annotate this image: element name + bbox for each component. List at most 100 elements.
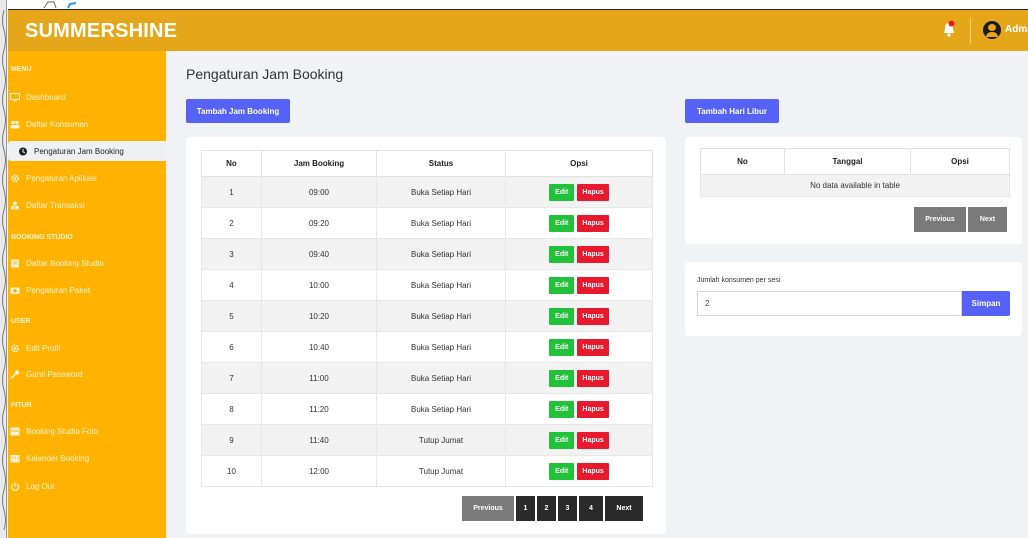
sidebar-item-dashboard[interactable]: Dashboard <box>10 89 65 105</box>
edit-button[interactable]: Edit <box>549 307 575 325</box>
column-header-tanggal[interactable]: Tanggal <box>784 148 911 175</box>
user-name[interactable]: Admin <box>1005 24 1028 35</box>
user-avatar-icon[interactable] <box>983 21 1001 39</box>
cell-no: 9 <box>201 424 262 456</box>
notification-bell-icon[interactable] <box>942 20 956 38</box>
session-settings-card: Jumlah konsumen per sesi 2 Simpan <box>685 262 1022 336</box>
cell-no: 5 <box>201 300 262 332</box>
cell-opsi: Edit Hapus <box>505 238 653 270</box>
sidebar-item-label: Pengaturan Aplikasi <box>26 173 97 183</box>
add-booking-hour-button[interactable]: Tambah Jam Booking <box>186 99 290 123</box>
column-header-no[interactable]: No <box>700 148 785 175</box>
cell-status: Buka Setiap Hari <box>376 300 506 332</box>
column-header-no[interactable]: No <box>201 150 262 177</box>
top-header: SUMMERSHINE Admin <box>8 9 1028 51</box>
header-divider <box>970 18 971 44</box>
delete-button[interactable]: Hapus <box>577 338 609 356</box>
sidebar-item-pengaturan-aplikasi[interactable]: Pengaturan Aplikasi <box>10 170 97 186</box>
session-capacity-label: Jumlah konsumen per sesi <box>697 277 781 284</box>
cell-status: Buka Setiap Hari <box>376 269 506 301</box>
edit-button[interactable]: Edit <box>549 245 575 263</box>
delete-button[interactable]: Hapus <box>577 245 609 263</box>
pagination-next-button[interactable]: Next <box>605 496 643 521</box>
sidebar-item-edit-profil[interactable]: Edit Profil <box>10 340 60 356</box>
delete-button[interactable]: Hapus <box>577 400 609 418</box>
pagination-page-2[interactable]: 2 <box>537 496 556 521</box>
sidebar-item-daftar-transaksi[interactable]: Daftar Transaksi <box>10 197 84 213</box>
table-row: 3 09:40 Buka Setiap Hari Edit Hapus <box>201 238 653 270</box>
cell-status: Buka Setiap Hari <box>376 393 506 425</box>
table-header-row: No Tanggal Opsi <box>700 148 1010 175</box>
cell-jam-booking: 11:40 <box>261 424 377 456</box>
holiday-table: No Tanggal Opsi No data available in tab… <box>700 148 1010 197</box>
sidebar-item-daftar-konsumen[interactable]: Daftar Konsumen <box>10 116 88 132</box>
pagination-previous-button[interactable]: Previous <box>462 496 514 521</box>
gear-icon <box>11 174 19 182</box>
sidebar-item-label: Dashboard <box>26 92 66 102</box>
edit-button[interactable]: Edit <box>549 183 575 201</box>
session-capacity-input[interactable]: 2 <box>697 291 962 316</box>
sidebar-item-label: Daftar Konsumen <box>26 119 89 129</box>
brand-logo[interactable]: SUMMERSHINE <box>25 20 177 43</box>
column-header-status[interactable]: Status <box>376 150 506 177</box>
edit-button[interactable]: Edit <box>549 369 575 387</box>
sidebar-item-pengaturan-paket[interactable]: Pengaturan Paket <box>10 282 90 298</box>
cell-no: 4 <box>201 269 262 301</box>
edit-button[interactable]: Edit <box>549 214 575 232</box>
pagination-next-button[interactable]: Next <box>968 207 1007 232</box>
sidebar-section-user: USER <box>11 318 31 325</box>
delete-button[interactable]: Hapus <box>577 214 609 232</box>
column-header-opsi[interactable]: Opsi <box>910 148 1010 175</box>
cell-opsi: Edit Hapus <box>505 269 653 301</box>
delete-button[interactable]: Hapus <box>577 276 609 294</box>
sidebar-item-pengaturan-jam-booking[interactable]: Pengaturan Jam Booking <box>8 141 166 161</box>
users-icon <box>10 120 20 128</box>
delete-button[interactable]: Hapus <box>577 431 609 449</box>
column-header-opsi[interactable]: Opsi <box>505 150 653 177</box>
sidebar-section-menu: MENU <box>11 66 32 73</box>
column-header-jam-booking[interactable]: Jam Booking <box>261 150 377 177</box>
empty-table-message: No data available in table <box>700 174 1010 197</box>
pagination-page-1[interactable]: 1 <box>516 496 535 521</box>
cell-opsi: Edit Hapus <box>505 424 653 456</box>
cell-jam-booking: 10:20 <box>261 300 377 332</box>
table-row: 10 12:00 Tutup Jumat Edit Hapus <box>201 455 653 487</box>
pagination-page-3[interactable]: 3 <box>558 496 577 521</box>
sidebar-item-log-out[interactable]: Log Out <box>10 478 54 494</box>
sidebar-item-kalender-booking[interactable]: Kalender Booking <box>10 450 89 466</box>
cell-opsi: Edit Hapus <box>505 362 653 394</box>
save-button[interactable]: Simpan <box>962 291 1010 316</box>
edit-button[interactable]: Edit <box>549 462 575 480</box>
background-document-strip <box>0 0 7 538</box>
sidebar-item-booking-studio-foto[interactable]: Booking Studio Foto <box>10 423 98 439</box>
edit-button[interactable]: Edit <box>549 276 575 294</box>
sidebar-item-daftar-booking-studio[interactable]: Daftar Booking Studio <box>10 255 104 271</box>
sidebar-item-ganti-password[interactable]: Ganti Password <box>10 366 82 382</box>
edit-button[interactable]: Edit <box>549 431 575 449</box>
hours-pagination: Previous 1 2 3 4 Next <box>462 496 645 521</box>
sidebar-item-label: Daftar Booking Studio <box>26 258 104 268</box>
cell-status: Buka Setiap Hari <box>376 331 506 363</box>
cell-jam-booking: 11:00 <box>261 362 377 394</box>
delete-button[interactable]: Hapus <box>577 369 609 387</box>
delete-button[interactable]: Hapus <box>577 462 609 480</box>
edit-button[interactable]: Edit <box>549 338 575 356</box>
cell-jam-booking: 11:20 <box>261 393 377 425</box>
background-window-edge <box>0 0 1028 9</box>
cell-no: 10 <box>201 455 262 487</box>
cell-no: 1 <box>201 176 262 208</box>
pagination-page-4[interactable]: 4 <box>579 496 603 521</box>
cell-status: Tutup Jumat <box>376 424 506 456</box>
pagination-previous-button[interactable]: Previous <box>914 207 966 232</box>
image-icon <box>10 427 20 435</box>
cell-jam-booking: 09:40 <box>261 238 377 270</box>
sidebar-item-label: Pengaturan Jam Booking <box>34 146 124 156</box>
edit-button[interactable]: Edit <box>549 400 575 418</box>
delete-button[interactable]: Hapus <box>577 183 609 201</box>
add-holiday-button[interactable]: Tambah Hari Libur <box>685 99 779 123</box>
delete-button[interactable]: Hapus <box>577 307 609 325</box>
cell-opsi: Edit Hapus <box>505 300 653 332</box>
cell-no: 3 <box>201 238 262 270</box>
holiday-card: No Tanggal Opsi No data available in tab… <box>685 137 1022 244</box>
cell-no: 7 <box>201 362 262 394</box>
